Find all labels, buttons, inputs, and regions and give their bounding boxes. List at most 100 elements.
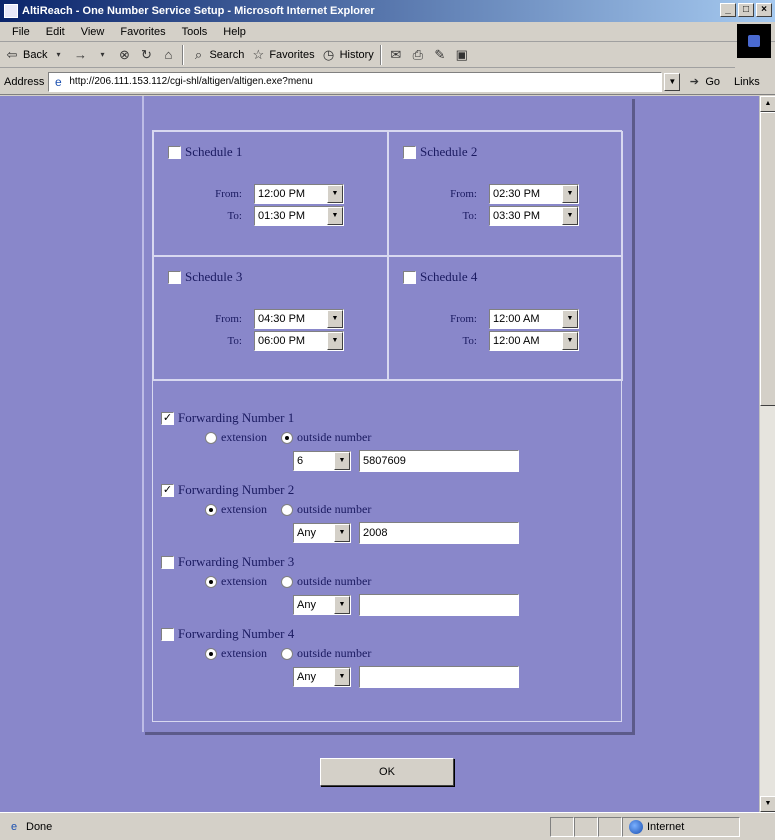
dropdown-arrow-icon: ▼ — [562, 332, 578, 350]
forwarding-2-prefix-select[interactable]: Any ▼ — [293, 523, 351, 543]
forwarding-2-number-input[interactable]: 2008 — [359, 522, 519, 544]
forwarding-3-prefix-select[interactable]: Any ▼ — [293, 595, 351, 615]
dropdown-arrow-icon: ▼ — [334, 524, 350, 542]
close-button[interactable]: × — [756, 3, 772, 17]
dropdown-arrow-icon: ▼ — [327, 332, 343, 350]
forwarding-1-label: Forwarding Number 1 — [178, 410, 295, 425]
from-label: From: — [215, 313, 242, 325]
from-label: From: — [215, 188, 242, 200]
forwarding-2-outside-radio[interactable] — [281, 503, 293, 516]
forwarding-1-number-input[interactable]: 5807609 — [359, 450, 519, 472]
forwarding-4-extension-radio[interactable] — [205, 647, 217, 660]
maximize-button[interactable]: □ — [738, 3, 754, 17]
forwarding-section: ✓ Forwarding Number 1 extension outside … — [152, 380, 622, 722]
to-label: To: — [462, 210, 477, 222]
forward-arrow-icon[interactable]: → — [72, 47, 88, 63]
history-button[interactable]: ◷ History — [321, 47, 374, 63]
forwarding-number-1: ✓ Forwarding Number 1 extension outside … — [153, 410, 623, 482]
form-panel: Schedule 1 From: 12:00 PM ▼ To: 01:30 PM… — [142, 96, 632, 732]
refresh-icon[interactable]: ↻ — [138, 47, 154, 63]
menu-file[interactable]: File — [12, 26, 30, 38]
home-icon[interactable]: ⌂ — [160, 47, 176, 63]
schedule-1-from-select[interactable]: 12:00 PM ▼ — [254, 184, 344, 204]
links-button[interactable]: Links — [734, 76, 760, 88]
forwarding-number-2: ✓ Forwarding Number 2 extension outside … — [153, 482, 623, 554]
mail-icon[interactable]: ✉ — [388, 47, 404, 63]
ie-app-icon — [4, 4, 18, 18]
status-text: Done — [26, 820, 53, 833]
forwarding-4-label: Forwarding Number 4 — [178, 626, 295, 641]
history-label: History — [339, 48, 374, 61]
status-panel — [550, 816, 574, 837]
schedule-2-checkbox[interactable] — [403, 145, 416, 159]
minimize-button[interactable]: _ — [720, 3, 736, 17]
menu-bar: File Edit View Favorites Tools Help — [0, 22, 775, 42]
schedule-4-to-select[interactable]: 12:00 AM ▼ — [489, 331, 579, 351]
menu-tools[interactable]: Tools — [182, 26, 208, 38]
address-bar: Address e http://206.111.153.112/cgi-shl… — [0, 69, 775, 95]
forwarding-4-prefix-select[interactable]: Any ▼ — [293, 667, 351, 687]
menu-view[interactable]: View — [81, 26, 105, 38]
schedule-1-checkbox[interactable] — [168, 145, 181, 159]
address-url: http://206.111.153.112/cgi-shl/altigen/a… — [69, 76, 313, 87]
back-button[interactable]: ⇦ Back ▾ — [4, 47, 66, 63]
schedule-2-from-select[interactable]: 02:30 PM ▼ — [489, 184, 579, 204]
forwarding-3-checkbox[interactable] — [161, 555, 174, 569]
search-label: Search — [209, 48, 245, 61]
dropdown-arrow-icon: ▼ — [334, 452, 350, 470]
to-label: To: — [227, 335, 242, 347]
schedule-grid: Schedule 1 From: 12:00 PM ▼ To: 01:30 PM… — [152, 130, 623, 381]
dropdown-arrow-icon: ▾ — [56, 50, 61, 59]
menu-help[interactable]: Help — [223, 26, 246, 38]
forwarding-1-extension-radio[interactable] — [205, 431, 217, 444]
forwarding-1-outside-radio[interactable] — [281, 431, 293, 444]
extension-label: extension — [221, 574, 267, 588]
forwarding-3-number-input[interactable] — [359, 594, 519, 616]
extension-label: extension — [221, 502, 267, 516]
forwarding-3-outside-radio[interactable] — [281, 575, 293, 588]
scroll-up-arrow-icon[interactable]: ▲ — [760, 96, 775, 112]
address-input[interactable]: e http://206.111.153.112/cgi-shl/altigen… — [48, 71, 663, 92]
address-label: Address — [4, 75, 45, 88]
ie-page-icon: e — [55, 74, 62, 89]
search-icon: ⌕ — [194, 46, 203, 62]
schedule-2-to-select[interactable]: 03:30 PM ▼ — [489, 206, 579, 226]
forwarding-1-prefix-select[interactable]: 6 ▼ — [293, 451, 351, 471]
edit-icon[interactable]: ✎ — [432, 47, 448, 63]
schedule-3-from-select[interactable]: 04:30 PM ▼ — [254, 309, 344, 329]
forwarding-4-checkbox[interactable] — [161, 627, 174, 641]
forwarding-3-extension-radio[interactable] — [205, 575, 217, 588]
schedule-3-checkbox[interactable] — [168, 270, 181, 284]
toolbar-separator — [182, 44, 185, 65]
schedule-3-to-select[interactable]: 06:00 PM ▼ — [254, 331, 344, 351]
forwarding-2-checkbox[interactable]: ✓ — [161, 483, 174, 497]
outside-number-label: outside number — [297, 646, 372, 660]
scroll-thumb[interactable] — [760, 112, 775, 406]
menu-favorites[interactable]: Favorites — [120, 26, 165, 38]
menu-edit[interactable]: Edit — [46, 26, 65, 38]
schedule-4-checkbox[interactable] — [403, 270, 416, 284]
search-button[interactable]: ⌕ Search — [190, 46, 245, 63]
address-dropdown-button[interactable]: ▼ — [664, 72, 681, 91]
schedule-1-to-select[interactable]: 01:30 PM ▼ — [254, 206, 344, 226]
schedule-cell-4: Schedule 4 From: 12:00 AM ▼ To: 12:00 AM… — [388, 256, 623, 381]
discuss-icon[interactable]: ▣ — [454, 47, 470, 63]
vertical-scrollbar[interactable]: ▲ ▼ — [759, 96, 775, 812]
schedule-cell-2: Schedule 2 From: 02:30 PM ▼ To: 03:30 PM… — [388, 131, 623, 256]
go-label: Go — [705, 75, 721, 88]
forwarding-4-outside-radio[interactable] — [281, 647, 293, 660]
print-icon[interactable]: ⎙ — [410, 47, 426, 63]
forwarding-4-number-input[interactable] — [359, 666, 519, 688]
forwarding-2-extension-radio[interactable] — [205, 503, 217, 516]
scroll-down-arrow-icon[interactable]: ▼ — [760, 796, 775, 812]
dropdown-arrow-icon: ▼ — [562, 310, 578, 328]
outside-number-label: outside number — [297, 430, 372, 444]
stop-icon[interactable]: ⊗ — [116, 47, 132, 63]
back-label: Back — [23, 48, 48, 61]
forwarding-1-checkbox[interactable]: ✓ — [161, 411, 174, 425]
favorites-button[interactable]: ☆ Favorites — [250, 47, 315, 63]
go-button[interactable]: ➔ Go — [686, 74, 720, 90]
schedule-4-from-select[interactable]: 12:00 AM ▼ — [489, 309, 579, 329]
ok-button[interactable]: OK — [320, 758, 454, 786]
back-arrow-icon: ⇦ — [6, 46, 18, 62]
